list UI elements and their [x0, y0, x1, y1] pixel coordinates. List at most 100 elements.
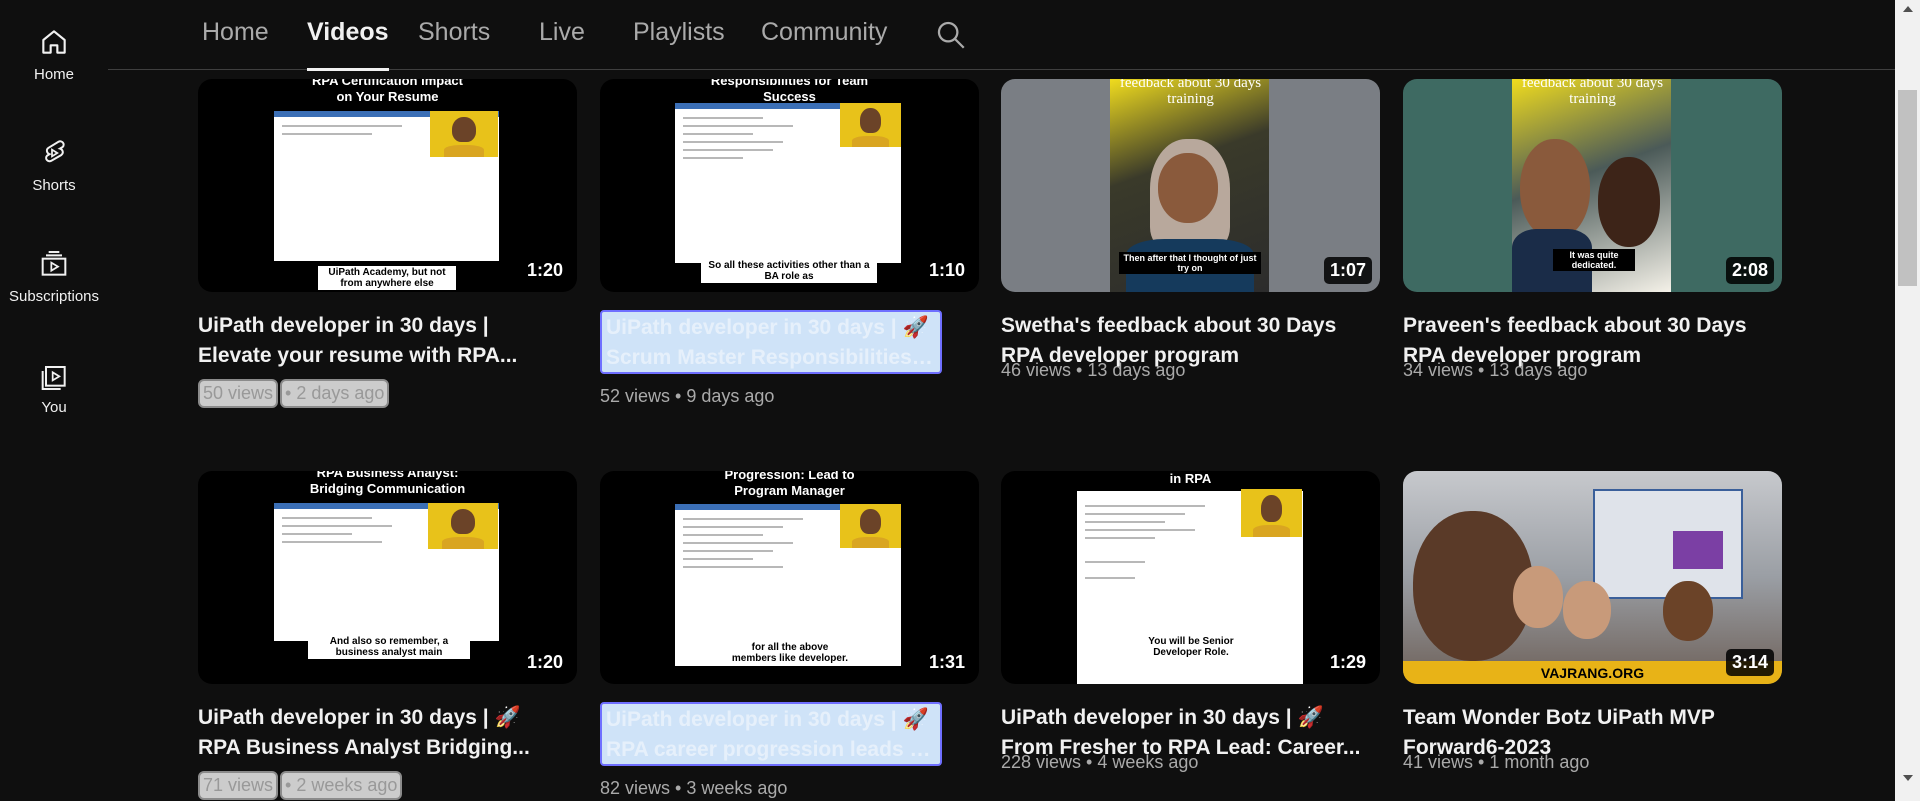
- guide-label: You: [41, 399, 67, 416]
- video-title-line: RPA Business Analyst Bridging...: [198, 736, 530, 759]
- upload-age: 13 days ago: [1087, 360, 1186, 380]
- view-count: 82 views: [600, 778, 671, 798]
- vertical-scrollbar[interactable]: [1895, 0, 1920, 801]
- thumbnail-heading: RPA Certification Impact on Your Resume: [312, 79, 463, 104]
- thumbnail-heading: RPA Business Analyst: Bridging Communica…: [309, 471, 466, 496]
- duration-badge: 1:10: [922, 257, 971, 284]
- presenter-image: [430, 111, 498, 157]
- video-metadata: 46 views • 13 days ago: [1001, 360, 1186, 380]
- video-caption: Then after that I thought of just try on: [1119, 252, 1261, 274]
- video-title-line: UiPath developer in 30 days | 🚀: [606, 708, 929, 731]
- video-thumbnail[interactable]: feedback about 30 days training It was q…: [1403, 79, 1782, 292]
- view-count: 41 views: [1403, 752, 1474, 772]
- duration-badge: 3:14: [1725, 649, 1774, 676]
- upload-age: • 2 days ago: [280, 379, 390, 408]
- guide-label: Home: [33, 66, 74, 83]
- thumbnail-heading: feedback about 30 days training: [1521, 79, 1664, 107]
- video-title-line: UiPath developer in 30 days | 🚀: [1001, 706, 1324, 729]
- video-caption: for all the above members like developer…: [725, 641, 855, 665]
- presenter-image: [428, 503, 498, 549]
- video-title-line: UiPath developer in 30 days | 🚀: [606, 316, 929, 339]
- guide-item-home[interactable]: Home: [0, 0, 108, 96]
- video-thumbnail[interactable]: Responsibilities for Team Success So all…: [600, 79, 979, 292]
- video-caption: So all these activities other than a BA …: [701, 259, 877, 283]
- view-count: 71 views: [198, 771, 279, 800]
- scroll-up-arrow-icon[interactable]: [1903, 6, 1913, 12]
- upload-age: 1 month ago: [1489, 752, 1590, 772]
- video-title-line: UiPath developer in 30 days |: [198, 314, 489, 337]
- view-count: 50 views: [198, 379, 279, 408]
- upload-age: 3 weeks ago: [686, 778, 788, 798]
- video-metadata: 228 views • 4 weeks ago: [1001, 752, 1199, 772]
- thumbnail-heading: Progression: Lead to Program Manager: [724, 471, 855, 498]
- duration-badge: 1:20: [520, 649, 569, 676]
- video-thumbnail[interactable]: RPA Certification Impact on Your Resume …: [198, 79, 577, 292]
- tab-home[interactable]: Home: [202, 18, 269, 68]
- presenter-image: [1241, 489, 1302, 537]
- video-caption: You will be Senior Developer Role.: [1129, 635, 1253, 659]
- thumbnail-heading: Responsibilities for Team Success: [710, 79, 869, 104]
- tab-playlists[interactable]: Playlists: [633, 18, 725, 68]
- video-title[interactable]: UiPath developer in 30 days | 🚀 Scrum Ma…: [600, 310, 942, 374]
- guide-item-subscriptions[interactable]: Subscriptions: [0, 222, 108, 318]
- duration-badge: 2:08: [1725, 257, 1774, 284]
- video-title-line: UiPath developer in 30 days | 🚀: [198, 706, 521, 729]
- video-thumbnail[interactable]: feedback about 30 days training Then aft…: [1001, 79, 1380, 292]
- video-title-line: Elevate your resume with RPA...: [198, 344, 518, 367]
- shorts-icon: [45, 140, 65, 163]
- video-metadata: 52 views • 9 days ago: [600, 386, 775, 406]
- view-count: 228 views: [1001, 752, 1082, 772]
- video-title-line: Team Wonder Botz UiPath MVP: [1403, 706, 1715, 729]
- search-icon[interactable]: [934, 18, 968, 52]
- upload-age: 9 days ago: [686, 386, 775, 406]
- home-icon: [42, 30, 66, 54]
- thumbnail-heading: in RPA: [1169, 471, 1212, 486]
- upload-age: 13 days ago: [1489, 360, 1588, 380]
- view-count: 46 views: [1001, 360, 1072, 380]
- tab-videos[interactable]: Videos: [307, 18, 389, 71]
- upload-age: 4 weeks ago: [1097, 752, 1199, 772]
- guide-item-shorts[interactable]: Shorts: [0, 111, 108, 207]
- video-metadata: 34 views • 13 days ago: [1403, 360, 1588, 380]
- video-title[interactable]: UiPath developer in 30 days | Elevate yo…: [198, 311, 577, 371]
- video-caption: It was quite dedicated.: [1553, 249, 1635, 271]
- video-title-line: Praveen's feedback about 30 Days: [1403, 314, 1747, 337]
- tab-live[interactable]: Live: [539, 18, 585, 68]
- tab-community[interactable]: Community: [761, 18, 887, 68]
- presenter-image: [840, 504, 901, 548]
- channel-tabs: Home Videos Shorts Live Playlists Commun…: [108, 0, 1895, 71]
- video-caption: UiPath Academy, but not from anywhere el…: [318, 266, 456, 290]
- upload-age: • 2 weeks ago: [280, 771, 403, 800]
- view-count: 34 views: [1403, 360, 1474, 380]
- tab-shorts[interactable]: Shorts: [418, 18, 490, 68]
- guide-item-you[interactable]: You: [0, 333, 108, 429]
- video-metadata: 50 views • 2 days ago: [198, 379, 391, 408]
- video-thumbnail[interactable]: in RPA You will be Senior Developer Role…: [1001, 471, 1380, 684]
- video-metadata: 41 views • 1 month ago: [1403, 752, 1590, 772]
- duration-badge: 1:31: [922, 649, 971, 676]
- video-thumbnail[interactable]: RPA Business Analyst: Bridging Communica…: [198, 471, 577, 684]
- duration-badge: 1:07: [1323, 257, 1372, 284]
- guide-label: Shorts: [32, 177, 76, 194]
- video-title-line: Swetha's feedback about 30 Days: [1001, 314, 1337, 337]
- video-thumbnail[interactable]: Progression: Lead to Program Manager for…: [600, 471, 979, 684]
- scroll-down-arrow-icon[interactable]: [1903, 775, 1913, 781]
- subscriptions-icon: [41, 251, 67, 276]
- mini-guide: Home Shorts Subscriptions You: [0, 0, 108, 801]
- duration-badge: 1:29: [1323, 649, 1372, 676]
- video-title-line: Scrum Master Responsibilities for...: [606, 346, 936, 369]
- video-title-line: RPA career progression leads to...: [606, 738, 936, 761]
- you-icon: [41, 366, 66, 390]
- video-caption: And also so remember, a business analyst…: [308, 635, 470, 659]
- duration-badge: 1:20: [520, 257, 569, 284]
- video-title[interactable]: UiPath developer in 30 days | 🚀 RPA care…: [600, 702, 942, 766]
- video-caption: VAJRANG.ORG: [1540, 665, 1645, 681]
- guide-label: Subscriptions: [8, 288, 100, 305]
- presenter-image: [840, 103, 901, 147]
- scrollbar-thumb[interactable]: [1898, 90, 1917, 286]
- video-metadata: 71 views • 2 weeks ago: [198, 771, 404, 800]
- thumbnail-heading: feedback about 30 days training: [1119, 79, 1262, 107]
- video-thumbnail[interactable]: VAJRANG.ORG 3:14: [1403, 471, 1782, 684]
- video-title[interactable]: UiPath developer in 30 days | 🚀 RPA Busi…: [198, 703, 577, 763]
- video-metadata: 82 views • 3 weeks ago: [600, 778, 788, 798]
